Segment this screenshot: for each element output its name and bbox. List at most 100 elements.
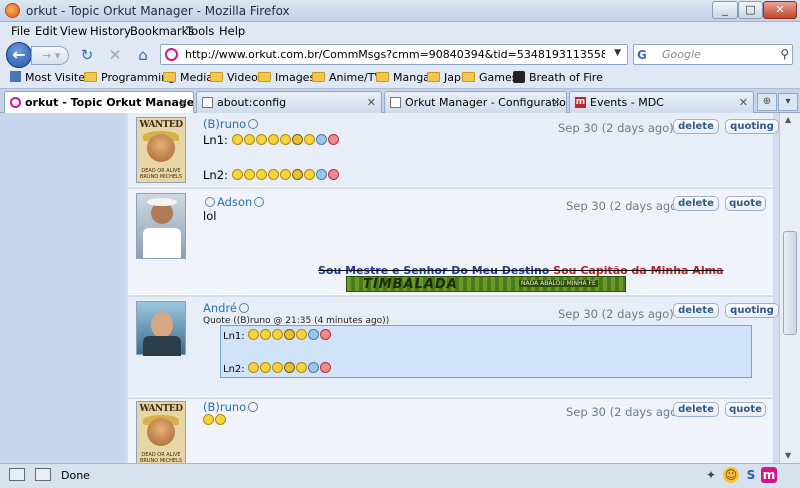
- home-icon[interactable]: ⌂: [134, 46, 152, 64]
- cool-icon: [283, 362, 295, 373]
- address-bar[interactable]: http://www.orkut.com.br/CommMsgs?cmm=908…: [160, 44, 628, 65]
- wink-icon: [267, 169, 279, 180]
- vertical-scrollbar[interactable]: ▲ ▼: [779, 113, 800, 463]
- sleepy-icon: [295, 362, 307, 373]
- page-icon: [390, 97, 401, 108]
- s-addon-icon[interactable]: S: [743, 467, 759, 483]
- extension-icon[interactable]: ✦: [703, 467, 719, 483]
- avatar-photo[interactable]: [136, 193, 186, 259]
- google-icon[interactable]: G: [637, 48, 652, 62]
- post-author[interactable]: (B)runo: [203, 117, 260, 131]
- bookmark-manga[interactable]: Manga: [376, 71, 430, 84]
- delete-button[interactable]: delete: [673, 119, 719, 134]
- folder-icon: [312, 72, 325, 82]
- search-icon[interactable]: ⚲: [780, 47, 789, 61]
- folder-icon: [210, 72, 223, 82]
- post-author[interactable]: Adson: [203, 195, 266, 209]
- scroll-up-icon[interactable]: ▲: [785, 115, 791, 124]
- profile-icon[interactable]: [248, 402, 259, 412]
- quote-line-2: Ln2:: [223, 362, 332, 375]
- smile-icon: [231, 134, 243, 145]
- bookmark-most-visited[interactable]: Most Visited: [10, 71, 92, 84]
- console-icon[interactable]: [9, 468, 25, 481]
- m-addon-icon[interactable]: m: [761, 467, 777, 483]
- menu-view[interactable]: View: [60, 24, 87, 38]
- avatar-wanted-poster[interactable]: WANTED DEAD OR ALIVE BRUNO MICHELS: [136, 117, 186, 183]
- menu-edit[interactable]: Edit: [35, 24, 57, 38]
- sad-icon: [315, 134, 327, 145]
- scrollbar-thumb[interactable]: [783, 231, 797, 335]
- close-button[interactable]: ✕: [763, 1, 797, 19]
- face-icon: [147, 134, 175, 162]
- menu-file[interactable]: File: [11, 24, 30, 38]
- menu-help[interactable]: Help: [219, 24, 245, 38]
- menu-tools[interactable]: Tools: [186, 24, 214, 38]
- quote-button[interactable]: quote: [725, 196, 766, 211]
- post-author[interactable]: (B)runo: [203, 400, 260, 414]
- profile-icon[interactable]: [239, 303, 250, 313]
- quote-box: Ln1: Ln2:: [220, 325, 752, 378]
- tab-about-config[interactable]: about:config ✕: [196, 91, 382, 113]
- profile-icon[interactable]: [254, 197, 265, 207]
- tab-events-mdc[interactable]: m Events - MDC ✕: [569, 91, 754, 113]
- avatar-photo[interactable]: [136, 301, 186, 356]
- stop-icon[interactable]: ✕: [106, 46, 124, 64]
- page-content: WANTED DEAD OR ALIVE BRUNO MICHELS (B)ru…: [0, 113, 779, 463]
- delete-button[interactable]: delete: [673, 303, 719, 318]
- mdc-icon: m: [575, 97, 586, 108]
- minimize-button[interactable]: _: [712, 1, 738, 19]
- forward-arrow-icon[interactable]: → ▾: [31, 46, 69, 65]
- delete-button[interactable]: delete: [673, 402, 719, 417]
- menu-bar: File Edit View History Bookmarks Tools H…: [0, 22, 800, 41]
- face-icon: [147, 418, 175, 446]
- angry-icon: [327, 169, 339, 180]
- bookmark-breath-of-fire[interactable]: Breath of Fire: [513, 71, 603, 84]
- tab-list-icon[interactable]: ⊕: [757, 93, 777, 111]
- post-author[interactable]: André: [203, 301, 251, 315]
- tab-close-icon[interactable]: ✕: [552, 96, 561, 109]
- back-arrow-icon[interactable]: ←: [6, 42, 32, 68]
- smile-icon: [231, 169, 243, 180]
- search-box[interactable]: G Google ⚲: [633, 44, 793, 65]
- tab-close-icon[interactable]: ✕: [367, 96, 376, 109]
- sleepy-icon: [303, 134, 315, 145]
- quoting-button[interactable]: quoting: [725, 119, 779, 134]
- orkut-favicon-icon: [10, 97, 21, 108]
- bookmark-images[interactable]: Images: [258, 71, 315, 84]
- smiley-addon-icon[interactable]: ☺: [723, 467, 739, 483]
- angry-icon: [319, 329, 331, 340]
- tab-orkut-manager-config[interactable]: Orkut Manager - Configurations ✕: [384, 91, 567, 113]
- quoting-button[interactable]: quoting: [725, 303, 779, 318]
- tongue-icon: [279, 169, 291, 180]
- menu-history[interactable]: History: [90, 24, 131, 38]
- bookmark-media[interactable]: Media: [163, 71, 213, 84]
- profile-icon[interactable]: [248, 119, 259, 129]
- tab-dropdown-icon[interactable]: ▾: [778, 93, 798, 111]
- maximize-button[interactable]: □: [738, 1, 763, 19]
- bookmark-games[interactable]: Games: [462, 71, 517, 84]
- orkut-favicon-icon: [165, 48, 178, 61]
- url-text[interactable]: http://www.orkut.com.br/CommMsgs?cmm=908…: [185, 48, 605, 61]
- dropdown-arrow-icon[interactable]: ▼: [614, 48, 621, 58]
- avatar-wanted-poster[interactable]: WANTED DEAD OR ALIVE BRUNO MICHELS: [136, 401, 186, 463]
- sad-icon: [307, 329, 319, 340]
- tab-orkut-topic[interactable]: orkut - Topic Orkut Manager ✕: [4, 91, 194, 114]
- bookmark-anime-tv[interactable]: Anime/TV: [312, 71, 382, 84]
- sad-icon: [315, 169, 327, 180]
- quote-button[interactable]: quote: [725, 402, 766, 417]
- tab-close-icon[interactable]: ✕: [739, 96, 748, 109]
- reload-icon[interactable]: ↻: [78, 46, 96, 64]
- angry-icon: [327, 134, 339, 145]
- bookmark-programming[interactable]: Programming: [84, 71, 175, 84]
- tongue-icon: [279, 134, 291, 145]
- scroll-down-icon[interactable]: ▼: [785, 451, 791, 460]
- tab-close-icon[interactable]: ✕: [179, 96, 188, 109]
- delete-button[interactable]: delete: [673, 196, 719, 211]
- profile-icon[interactable]: [205, 197, 215, 207]
- post-date: Sep 30 (2 days ago): [566, 405, 682, 419]
- bookmark-jap[interactable]: Jap: [427, 71, 461, 84]
- terminal-icon[interactable]: [35, 468, 51, 481]
- bookmark-videos[interactable]: Videos: [210, 71, 264, 84]
- menu-bookmarks[interactable]: Bookmarks: [130, 24, 194, 38]
- post-emoticons: [203, 413, 227, 427]
